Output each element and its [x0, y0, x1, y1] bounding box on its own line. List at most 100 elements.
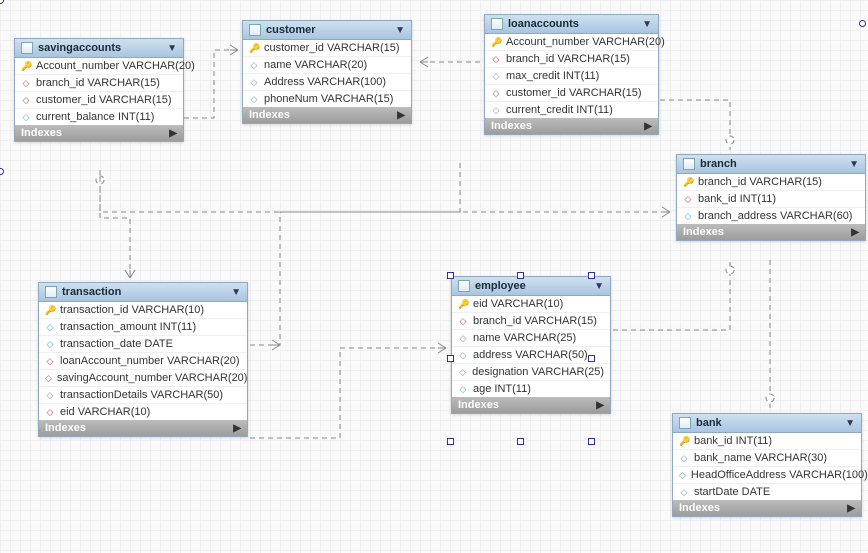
diamond-icon: ◇	[683, 211, 693, 222]
column-row[interactable]: 🔑bank_id INT(11)	[673, 433, 861, 450]
column-row[interactable]: ◇name VARCHAR(25)	[452, 330, 610, 347]
expand-right-icon: ▶	[596, 400, 604, 411]
indexes-section[interactable]: Indexes▶	[15, 125, 183, 141]
column-row[interactable]: ◇bank_id INT(11)	[677, 191, 865, 208]
expand-right-icon: ▶	[169, 128, 177, 139]
collapse-icon[interactable]: ▼	[395, 25, 405, 36]
column-row[interactable]: ◇transactionDetails VARCHAR(50)	[39, 387, 247, 404]
table-savingaccounts[interactable]: savingaccounts▼🔑Account_number VARCHAR(2…	[14, 38, 184, 142]
column-row[interactable]: ◇ designation VARCHAR(25)	[452, 364, 610, 381]
column-def: address VARCHAR(50)	[473, 349, 588, 361]
table-columns: 🔑eid VARCHAR(10)◇branch_id VARCHAR(15)◇n…	[452, 296, 610, 397]
column-def: max_credit INT(11)	[506, 70, 599, 82]
column-row[interactable]: 🔑transaction_id VARCHAR(10)	[39, 302, 247, 319]
column-row[interactable]: ◇current_credit INT(11)	[485, 102, 658, 118]
column-def: current_balance INT(11)	[36, 111, 154, 123]
diamond-icon: ◇	[458, 367, 467, 378]
column-row[interactable]: ◇HeadOfficeAddress VARCHAR(100)	[673, 467, 861, 484]
column-def: Address VARCHAR(100)	[264, 76, 386, 88]
table-header[interactable]: loanaccounts ▼	[485, 15, 658, 34]
column-row[interactable]: ◇startDate DATE	[673, 484, 861, 500]
table-icon	[249, 24, 261, 36]
indexes-section[interactable]: Indexes▶	[673, 500, 861, 516]
table-header[interactable]: transaction ▼	[39, 283, 247, 302]
column-def: branch_id VARCHAR(15)	[698, 176, 822, 188]
column-def: phoneNum VARCHAR(15)	[264, 93, 393, 105]
diamond-icon: ◇	[679, 487, 689, 498]
column-row[interactable]: 🔑eid VARCHAR(10)	[452, 296, 610, 313]
table-loanaccounts[interactable]: loanaccounts ▼ 🔑Account_number VARCHAR(20)…	[484, 14, 659, 135]
column-row[interactable]: 🔑Account_number VARCHAR(20)	[485, 34, 658, 51]
column-def: loanAccount_number VARCHAR(20)	[60, 355, 240, 367]
column-row[interactable]: 🔑branch_id VARCHAR(15)	[677, 174, 865, 191]
table-transaction[interactable]: transaction▼🔑transaction_id VARCHAR(10)◇…	[38, 282, 248, 437]
collapse-icon[interactable]: ▼	[849, 159, 859, 170]
collapse-icon[interactable]: ▼	[231, 287, 241, 298]
column-row[interactable]: ◇branch_id VARCHAR(15)	[452, 313, 610, 330]
column-row[interactable]: ◇Address VARCHAR(100)	[243, 74, 411, 91]
diamond-fk-icon: ◇	[45, 407, 55, 418]
key-icon: 🔑	[249, 43, 259, 54]
collapse-icon[interactable]: ▼	[845, 418, 855, 429]
column-row[interactable]: ◇transaction_amount INT(11)	[39, 319, 247, 336]
table-employee[interactable]: employee▼🔑eid VARCHAR(10)◇branch_id VARC…	[451, 276, 611, 414]
diamond-icon: ◇	[458, 350, 468, 361]
table-header[interactable]: customer ▼	[243, 21, 411, 40]
column-row[interactable]: ◇bank_name VARCHAR(30)	[673, 450, 861, 467]
column-row[interactable]: ◇max_credit INT(11)	[485, 68, 658, 85]
diamond-fk-icon: ◇	[45, 356, 55, 367]
collapse-icon[interactable]: ▼	[642, 19, 652, 30]
table-header[interactable]: bank▼	[673, 414, 861, 433]
column-row[interactable]: ◇phoneNum VARCHAR(15)	[243, 91, 411, 107]
diamond-icon: ◇	[458, 384, 468, 395]
column-row[interactable]: ◇age INT(11)	[452, 381, 610, 397]
column-row[interactable]: ◇savingAccount_number VARCHAR(20)	[39, 370, 247, 387]
indexes-section[interactable]: Indexes▶	[485, 118, 658, 134]
column-def: branch_address VARCHAR(60)	[698, 210, 852, 222]
diamond-fk-icon: ◇	[458, 316, 468, 327]
table-header[interactable]: employee▼	[452, 277, 610, 296]
column-row[interactable]: ◇current_balance INT(11)	[15, 109, 183, 125]
column-row[interactable]: ◇branch_id VARCHAR(15)	[15, 75, 183, 92]
table-header[interactable]: savingaccounts▼	[15, 39, 183, 58]
table-customer[interactable]: customer ▼ 🔑customer_id VARCHAR(15) ◇ name V…	[242, 20, 412, 124]
column-row[interactable]: ◇customer_id VARCHAR(15)	[485, 85, 658, 102]
diamond-icon: ◇	[249, 60, 259, 71]
column-row[interactable]: ◇ loanAccount_number VARCHAR(20)	[39, 353, 247, 370]
diamond-fk-icon: ◇	[45, 373, 52, 384]
indexes-section[interactable]: Indexes▶	[243, 107, 411, 123]
diamond-icon: ◇	[491, 105, 501, 116]
table-icon	[458, 280, 470, 292]
collapse-icon[interactable]: ▼	[594, 281, 604, 292]
column-row[interactable]: ◇ address VARCHAR(50)	[452, 347, 610, 364]
table-branch[interactable]: branch▼🔑branch_id VARCHAR(15)◇bank_id IN…	[676, 154, 866, 241]
column-def: designation VARCHAR(25)	[472, 366, 604, 378]
column-row[interactable]: ◇transaction_date DATE	[39, 336, 247, 353]
table-bank[interactable]: bank▼🔑bank_id INT(11)◇bank_name VARCHAR(…	[672, 413, 862, 517]
table-name: transaction	[62, 286, 121, 298]
column-def: branch_id VARCHAR(15)	[506, 53, 630, 65]
table-icon	[491, 18, 503, 30]
column-row[interactable]: 🔑customer_id VARCHAR(15)	[243, 40, 411, 57]
key-icon: 🔑	[21, 61, 31, 72]
table-header[interactable]: branch▼	[677, 155, 865, 174]
table-name: loanaccounts	[508, 18, 579, 30]
diamond-icon: ◇	[679, 470, 686, 481]
column-row[interactable]: ◇customer_id VARCHAR(15)	[15, 92, 183, 109]
column-row[interactable]: 🔑Account_number VARCHAR(20)	[15, 58, 183, 75]
indexes-section[interactable]: Indexes▶	[677, 224, 865, 240]
column-def: name VARCHAR(20)	[264, 59, 367, 71]
column-row[interactable]: ◇eid VARCHAR(10)	[39, 404, 247, 420]
table-name: customer	[266, 24, 316, 36]
column-row[interactable]: ◇branch_id VARCHAR(15)	[485, 51, 658, 68]
table-columns: 🔑customer_id VARCHAR(15) ◇ name VARCHAR(20…	[243, 40, 411, 107]
expand-right-icon: ▶	[644, 121, 652, 132]
table-columns: 🔑bank_id INT(11)◇bank_name VARCHAR(30)◇H…	[673, 433, 861, 500]
indexes-section[interactable]: Indexes▶	[452, 397, 610, 413]
column-row[interactable]: ◇ name VARCHAR(20)	[243, 57, 411, 74]
table-columns: 🔑transaction_id VARCHAR(10)◇transaction_…	[39, 302, 247, 420]
indexes-section[interactable]: Indexes▶	[39, 420, 247, 436]
column-row[interactable]: ◇ branch_address VARCHAR(60)	[677, 208, 865, 224]
indexes-label: Indexes	[683, 226, 724, 238]
collapse-icon[interactable]: ▼	[167, 43, 177, 54]
